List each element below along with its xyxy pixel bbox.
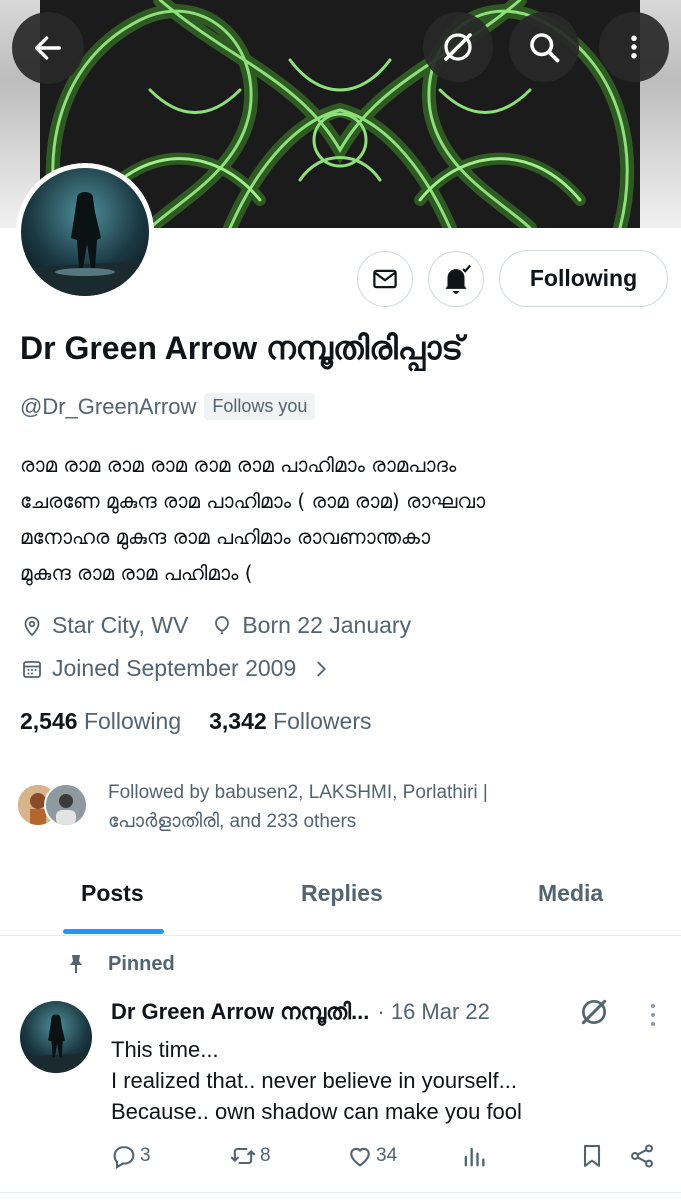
followed-by-row[interactable]: Followed by babusen2, LAKSHMI, Porlathir… (16, 778, 578, 836)
reply-count: 3 (140, 1145, 151, 1166)
active-tab-indicator (63, 929, 164, 934)
profile-name: Dr Green Arrow നമ്പൂതിരിപ്പാട് (20, 330, 464, 366)
heart-icon (350, 1147, 370, 1167)
like-button[interactable]: 34 (346, 1142, 397, 1170)
bar-chart-icon (464, 1147, 485, 1167)
profile-avatar[interactable] (16, 163, 154, 301)
reply-button[interactable]: 3 (110, 1142, 151, 1170)
follows-you-badge: Follows you (204, 393, 316, 420)
followers-label: Followers (273, 708, 372, 734)
slash-circle-icon (581, 999, 607, 1025)
tab-replies[interactable]: Replies (301, 880, 383, 907)
profile-location: Star City, WV (52, 612, 189, 638)
bookmark-icon (583, 1145, 601, 1167)
bookmark-button[interactable] (578, 1142, 606, 1170)
tab-posts[interactable]: Posts (81, 880, 144, 907)
share-icon (631, 1144, 653, 1168)
profile-joined: Joined September 2009 (52, 655, 297, 681)
more-options-button[interactable] (599, 12, 669, 82)
tweet-text: This time... I realized that.. never bel… (111, 1034, 522, 1127)
person-avatar-image (46, 785, 86, 825)
bio-line: മുകുന്ദ രാമ രാമ പഹിമാം ( (20, 561, 253, 585)
followed-by-text: പോർളാതിരി, and 233 others (108, 811, 357, 832)
following-count-link[interactable]: 2,546 Following (20, 708, 181, 735)
joined-date-row[interactable]: Joined September 2009 (20, 655, 354, 682)
vertical-dots-icon (631, 35, 637, 59)
bio-line: മനോഹര മുകുന്ദ രാമ പഹിമാം രാവണാന്തകാ (20, 525, 431, 549)
tweet-author-avatar[interactable] (20, 1001, 92, 1073)
follower-avatar (44, 783, 88, 827)
divider (0, 1192, 681, 1193)
chevron-right-icon (317, 661, 327, 676)
pin-icon (70, 955, 82, 973)
location-pin-icon (24, 616, 40, 636)
balloon-icon (215, 615, 230, 634)
grok-button[interactable] (423, 12, 493, 82)
profile-bio: രാമ രാമ രാമ രാമ രാമ രാമ പാഹിമാം രാമപാദം … (20, 447, 660, 591)
tab-media[interactable]: Media (538, 880, 603, 907)
hooded-figure-avatar-image (20, 1001, 92, 1073)
tweet-author-name[interactable]: Dr Green Arrow നമ്പൂതി... (111, 999, 369, 1025)
tweet-more-button[interactable] (641, 1001, 665, 1033)
bio-line: രാമ രാമ രാമ രാമ രാമ രാമ പാഹിമാം രാമപാദം (20, 453, 457, 477)
back-button[interactable] (12, 12, 84, 84)
bio-line: ചേരണേ മുകുന്ദ രാമ പാഹിമാം ( രാമ രാമ) രാഘ… (20, 489, 486, 513)
tweet-date[interactable]: · 16 Mar 22 (377, 999, 490, 1025)
tweet-text-line: I realized that.. never believe in yours… (111, 1068, 517, 1093)
share-button[interactable] (628, 1142, 656, 1170)
profile-birthday: Born 22 January (242, 612, 412, 638)
tweet-text-line: This time... (111, 1037, 219, 1062)
search-icon (530, 33, 560, 63)
reply-bubble-icon (113, 1146, 135, 1169)
following-count: 2,546 (20, 708, 78, 734)
followers-count: 3,342 (209, 708, 267, 734)
views-button[interactable] (460, 1142, 488, 1170)
notifications-button[interactable] (428, 251, 484, 307)
calendar-icon (23, 660, 41, 678)
vertical-dots-icon (651, 1004, 655, 1026)
repost-icon (230, 1147, 256, 1165)
bell-check-icon (445, 264, 472, 294)
following-button[interactable]: Following (499, 250, 668, 307)
hooded-figure-avatar-image (21, 168, 149, 296)
slash-circle-icon (444, 33, 472, 61)
repost-button[interactable]: 8 (228, 1142, 271, 1170)
repost-count: 8 (260, 1145, 271, 1166)
envelope-icon (373, 269, 397, 289)
following-label: Following (83, 708, 182, 734)
profile-handle: @Dr_GreenArrow (20, 393, 197, 419)
followed-by-text: Followed by babusen2, LAKSHMI, Porlathir… (108, 782, 488, 803)
arrow-left-icon (34, 36, 62, 60)
like-count: 34 (376, 1145, 398, 1166)
tweet-grok-button[interactable] (578, 996, 610, 1032)
search-button[interactable] (509, 12, 579, 82)
profile-tabs: Posts Replies Media (0, 862, 681, 936)
tweet-text-line: Because.. own shadow can make you fool (111, 1099, 522, 1124)
pinned-label: Pinned (108, 952, 175, 975)
followers-count-link[interactable]: 3,342 Followers (209, 708, 371, 735)
message-button[interactable] (357, 251, 413, 307)
